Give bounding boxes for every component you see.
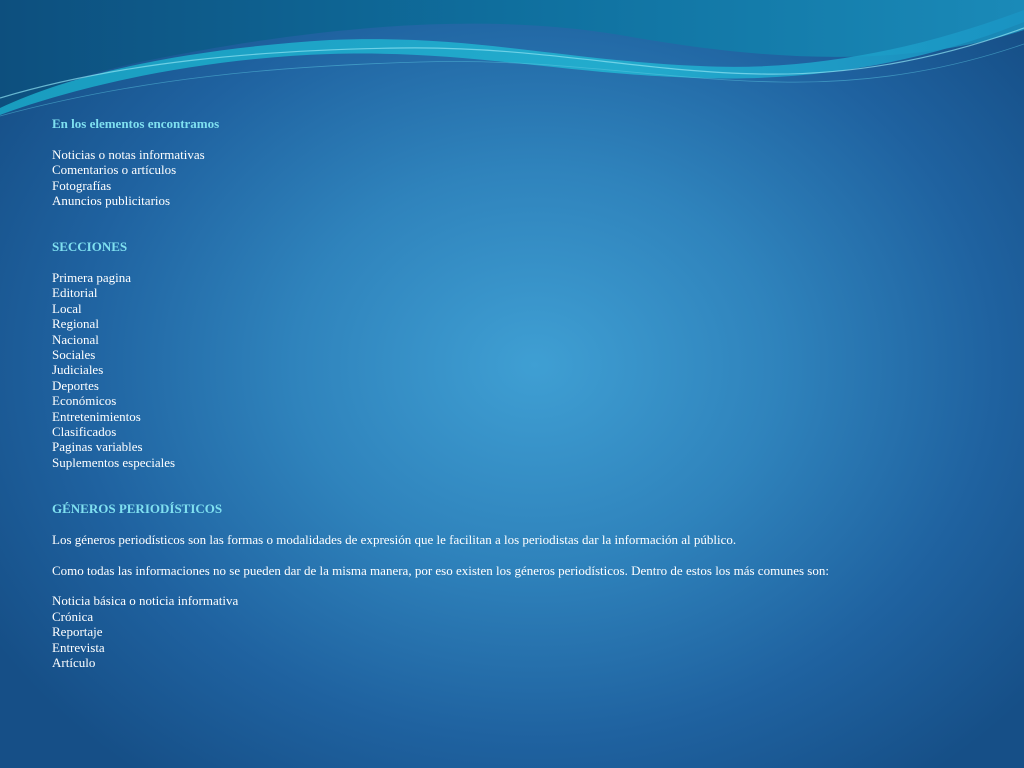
list-item: Editorial xyxy=(52,285,98,301)
list-item: Reportaje xyxy=(52,624,103,640)
list-item: Fotografías xyxy=(52,177,112,193)
list-item: Judiciales xyxy=(52,362,104,378)
heading-secciones: SECCIONES xyxy=(52,239,128,255)
list-item: Deportes xyxy=(52,377,99,393)
list-item: Clasificados xyxy=(52,424,117,440)
decorative-wave-header xyxy=(0,0,1024,117)
list-item: Sociales xyxy=(52,347,96,363)
list-item: Nacional xyxy=(52,331,99,347)
list-item: Entretenimientos xyxy=(52,408,141,424)
list-item: Anuncios publicitarios xyxy=(52,193,171,209)
heading-elementos: En los elementos encontramos xyxy=(52,116,220,131)
list-item: Suplementos especiales xyxy=(52,454,176,470)
list-item: Noticia básica o noticia informativa xyxy=(52,593,239,609)
list-item: Paginas variables xyxy=(52,439,143,455)
paragraph: Los géneros periodísticos son las formas… xyxy=(52,531,737,547)
list-item: Regional xyxy=(52,316,99,332)
paragraph: Como todas las informaciones no se puede… xyxy=(52,562,829,578)
slide-body: En los elementos encontramos Noticias o … xyxy=(52,116,992,671)
list-item: Económicos xyxy=(52,393,117,409)
list-item: Local xyxy=(52,300,82,316)
list-item: Entrevista xyxy=(52,639,105,655)
heading-generos: GÉNEROS PERIODÍSTICOS xyxy=(52,501,223,517)
list-item: Primera pagina xyxy=(52,270,132,286)
list-item: Artículo xyxy=(52,655,96,671)
list-item: Noticias o notas informativas xyxy=(52,146,205,162)
list-item: Comentarios o artículos xyxy=(52,162,177,178)
list-item: Crónica xyxy=(52,608,94,624)
